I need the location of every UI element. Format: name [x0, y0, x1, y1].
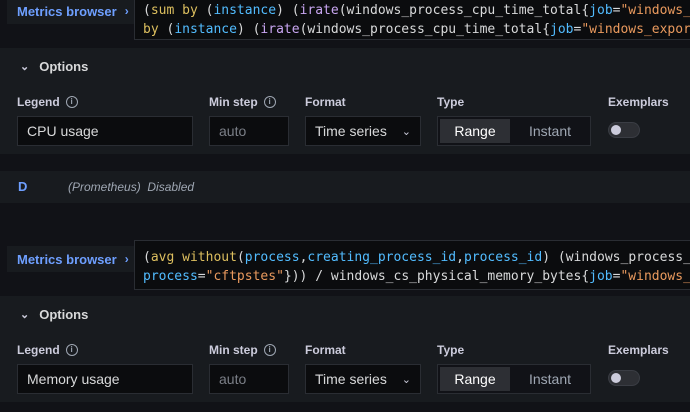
chevron-down-icon: ⌄ — [401, 373, 411, 386]
legend-label-text: Legend — [17, 95, 60, 109]
legend-label: Legend i — [17, 95, 78, 109]
options-header: Options — [39, 307, 89, 322]
toggle-knob — [611, 125, 621, 135]
query-datasource: (Prometheus) Disabled — [68, 180, 194, 194]
type-radio-group: Range Instant — [437, 116, 591, 146]
query-status: Disabled — [147, 180, 195, 194]
legend-value: CPU usage — [27, 123, 99, 139]
type-instant-option[interactable]: Instant — [512, 365, 588, 393]
type-label-text: Type — [437, 343, 465, 357]
toggle-knob — [611, 373, 621, 383]
options-toggle[interactable]: ⌄ Options — [20, 59, 88, 74]
metrics-browser-label: Metrics browser — [17, 3, 117, 19]
query-editor[interactable]: (sum by (instance) (irate(windows_proces… — [134, 0, 690, 40]
legend-input[interactable]: CPU usage — [17, 116, 193, 146]
format-value: Time series — [315, 371, 387, 387]
exemplars-label-text: Exemplars — [608, 343, 669, 357]
min-step-label-text: Min step — [209, 343, 258, 357]
exemplars-toggle[interactable] — [608, 370, 640, 386]
exemplars-label-text: Exemplars — [608, 95, 669, 109]
type-label-text: Type — [437, 95, 465, 109]
query-line-2: process="cftpstes"})) / windows_cs_physi… — [143, 269, 690, 284]
min-step-label: Min step i — [209, 343, 276, 357]
chevron-down-icon: ⌄ — [401, 125, 411, 138]
type-range-option[interactable]: Range — [440, 367, 510, 391]
format-select[interactable]: Time series ⌄ — [305, 364, 421, 394]
exemplars-label: Exemplars — [608, 95, 669, 109]
info-circle-icon[interactable]: i — [65, 344, 78, 356]
min-step-label-text: Min step — [209, 95, 258, 109]
chevron-right-icon: › — [124, 4, 129, 18]
options-toggle[interactable]: ⌄ Options — [20, 307, 88, 322]
query-row-d[interactable]: D (Prometheus) Disabled — [0, 171, 690, 203]
min-step-input[interactable]: auto — [209, 364, 289, 394]
type-instant-option[interactable]: Instant — [512, 117, 588, 145]
info-circle-icon[interactable]: i — [263, 96, 276, 108]
type-label: Type — [437, 95, 464, 109]
metrics-browser-button[interactable]: Metrics browser › — [7, 246, 139, 272]
min-step-input[interactable]: auto — [209, 116, 289, 146]
format-label: Format — [305, 95, 346, 109]
legend-label: Legend i — [17, 343, 78, 357]
format-value: Time series — [315, 123, 387, 139]
format-label-text: Format — [305, 95, 346, 109]
format-label-text: Format — [305, 343, 346, 357]
chevron-right-icon: › — [124, 252, 129, 266]
format-label: Format — [305, 343, 346, 357]
format-select[interactable]: Time series ⌄ — [305, 116, 421, 146]
exemplars-label: Exemplars — [608, 343, 669, 357]
info-circle-icon[interactable]: i — [65, 96, 78, 108]
type-range-option[interactable]: Range — [440, 119, 510, 143]
query-letter: D — [18, 179, 28, 194]
min-step-label: Min step i — [209, 95, 276, 109]
type-label: Type — [437, 343, 464, 357]
caret-down-icon: ⌄ — [20, 61, 30, 73]
type-radio-group: Range Instant — [437, 364, 591, 394]
exemplars-toggle[interactable] — [608, 122, 640, 138]
query-line-2: by (instance) (irate(windows_process_cpu… — [143, 22, 690, 37]
datasource-name: (Prometheus) — [68, 180, 141, 194]
legend-label-text: Legend — [17, 343, 60, 357]
info-circle-icon[interactable]: i — [263, 344, 276, 356]
query-line-1: (sum by (instance) (irate(windows_proces… — [143, 3, 690, 18]
metrics-browser-label: Metrics browser — [17, 251, 117, 267]
query-editor[interactable]: (avg without(process,creating_process_id… — [134, 240, 690, 290]
min-step-placeholder: auto — [219, 371, 247, 387]
min-step-placeholder: auto — [219, 123, 247, 139]
metrics-browser-button[interactable]: Metrics browser › — [7, 0, 139, 24]
query-line-1: (avg without(process,creating_process_id… — [143, 250, 690, 265]
caret-down-icon: ⌄ — [20, 309, 30, 321]
options-header: Options — [39, 59, 89, 74]
legend-input[interactable]: Memory usage — [17, 364, 193, 394]
legend-value: Memory usage — [27, 371, 120, 387]
